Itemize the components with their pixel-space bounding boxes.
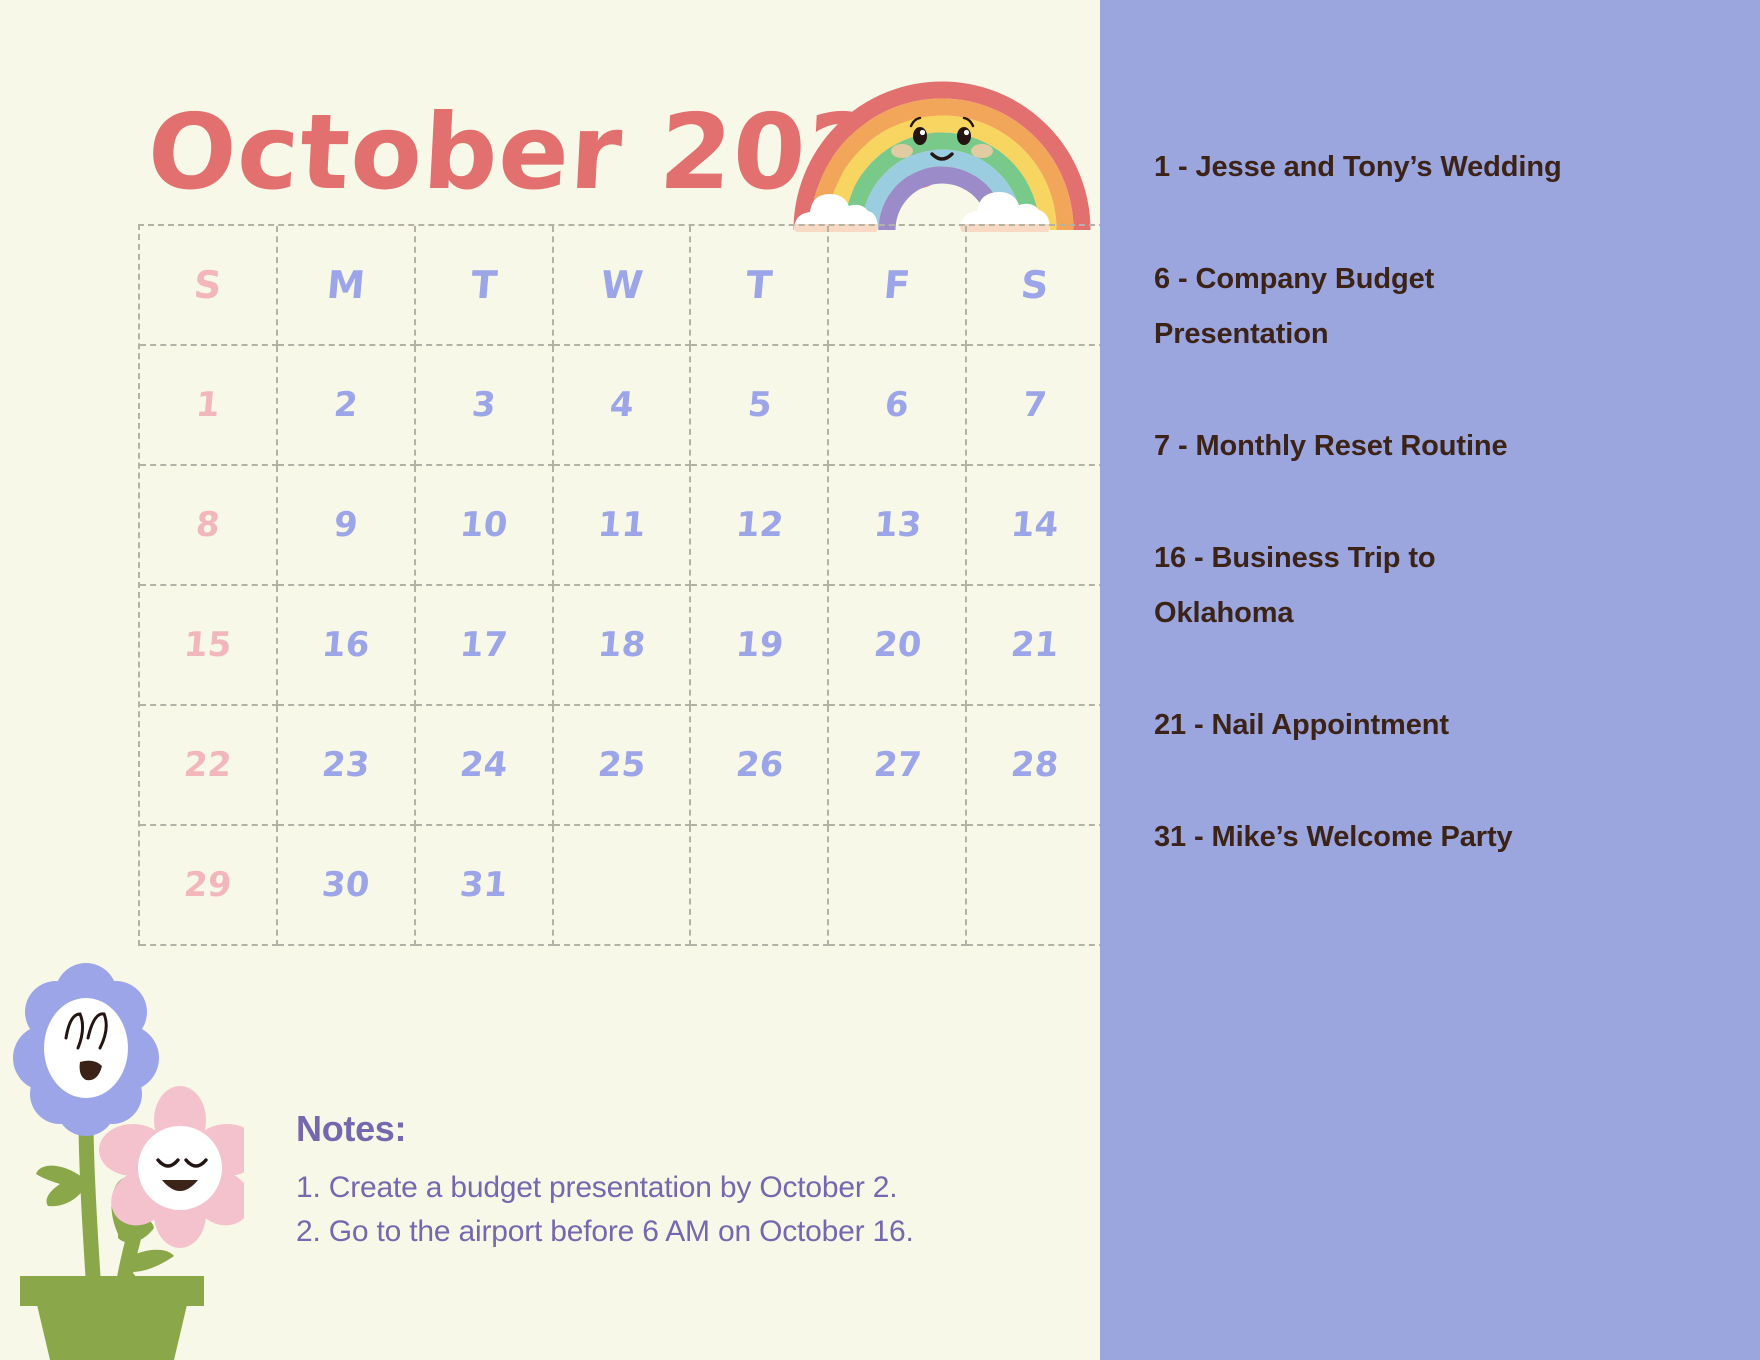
weekday-header-cell: M [277,226,416,346]
weekday-header-cell: S [140,226,278,346]
day-number: 21 [1009,625,1061,665]
day-number: 31 [458,865,510,905]
weekday-label: M [324,263,367,307]
day-cell[interactable]: 1 [140,346,278,466]
day-cell-empty [829,826,968,946]
day-cell[interactable]: 12 [691,466,830,586]
day-cell[interactable]: 25 [553,706,692,826]
day-cell-empty [967,826,1105,946]
day-cell[interactable]: 30 [277,826,416,946]
day-cell-empty [691,826,830,946]
weekday-header-cell: F [829,226,968,346]
day-cell[interactable]: 10 [415,466,554,586]
event-item[interactable]: 1 - Jesse and Tony’s Wedding [1154,140,1574,196]
day-cell[interactable]: 16 [277,586,416,706]
event-item[interactable]: 6 - Company Budget Presentation [1154,252,1574,363]
day-cell[interactable]: 15 [140,586,278,706]
day-cell[interactable]: 14 [967,466,1105,586]
day-number: 9 [332,505,360,545]
day-cell[interactable]: 31 [415,826,554,946]
day-number: 17 [458,625,510,665]
day-number: 13 [871,505,923,545]
day-number: 22 [182,745,234,785]
day-cell[interactable]: 20 [829,586,968,706]
day-cell[interactable]: 8 [140,466,278,586]
notes-section: Notes: 1. Create a budget presentation b… [296,1108,1056,1253]
day-number: 14 [1009,505,1061,545]
event-item[interactable]: 16 - Business Trip to Oklahoma [1154,531,1574,642]
day-number: 12 [733,505,785,545]
day-number: 4 [607,385,636,425]
note-item: 2. Go to the airport before 6 AM on Octo… [296,1214,914,1248]
weekday-header-cell: W [553,226,692,346]
day-cell[interactable]: 11 [553,466,692,586]
day-cell[interactable]: 2 [277,346,416,466]
weekday-header-cell: T [415,226,554,346]
day-cell[interactable]: 22 [140,706,278,826]
weekday-label: S [1019,263,1051,307]
notes-title: Notes: [296,1108,407,1149]
weekday-label: W [598,263,645,307]
day-cell[interactable]: 28 [967,706,1105,826]
day-number: 5 [745,385,773,425]
day-cell[interactable]: 7 [967,346,1105,466]
day-number: 27 [871,745,923,785]
day-cell[interactable]: 23 [277,706,416,826]
weekday-label: T [744,263,775,307]
day-number: 1 [194,385,222,425]
day-number: 23 [320,745,372,785]
day-cell[interactable]: 13 [829,466,968,586]
day-number: 24 [458,745,510,785]
day-number: 6 [883,385,911,425]
event-item[interactable]: 31 - Mike’s Welcome Party [1154,810,1574,866]
day-number: 28 [1009,745,1061,785]
calendar-page: October 2023 S M T W T F S 1 2 3 4 5 6 7… [0,0,1760,1360]
calendar-grid: S M T W T F S 1 2 3 4 5 6 7 8 9 10 11 12… [138,224,1105,946]
day-cell[interactable]: 26 [691,706,830,826]
day-cell[interactable]: 6 [829,346,968,466]
day-number: 20 [871,625,923,665]
weekday-header-cell: T [691,226,830,346]
calendar-panel: October 2023 S M T W T F S 1 2 3 4 5 6 7… [0,0,1105,1360]
day-cell[interactable]: 3 [415,346,554,466]
weekday-header-cell: S [967,226,1105,346]
day-number: 19 [733,625,785,665]
potted-flowers-icon [13,963,244,1360]
day-cell[interactable]: 9 [277,466,416,586]
day-cell[interactable]: 18 [553,586,692,706]
day-number: 25 [596,745,647,785]
rainbow-with-face-icon [793,81,1091,232]
day-cell[interactable]: 21 [967,586,1105,706]
day-number: 8 [194,505,222,545]
day-cell[interactable]: 27 [829,706,968,826]
weekday-label: F [882,263,913,307]
day-number: 11 [596,505,647,545]
day-number: 26 [733,745,785,785]
flower-pot-icon [20,1276,204,1360]
event-item[interactable]: 21 - Nail Appointment [1154,698,1574,754]
day-cell[interactable]: 17 [415,586,554,706]
day-cell[interactable]: 5 [691,346,830,466]
day-number: 16 [320,625,372,665]
blue-flower-icon [13,963,159,1136]
day-cell[interactable]: 4 [553,346,692,466]
day-number: 18 [596,625,647,665]
day-number: 30 [320,865,372,905]
day-number: 2 [332,385,360,425]
weekday-label: T [468,263,499,307]
day-number: 10 [458,505,510,545]
event-item[interactable]: 7 - Monthly Reset Routine [1154,419,1574,475]
day-number: 3 [470,385,498,425]
events-panel: 1 - Jesse and Tony’s Wedding 6 - Company… [1100,0,1760,1360]
day-cell[interactable]: 19 [691,586,830,706]
day-cell[interactable]: 24 [415,706,554,826]
day-cell-empty [553,826,692,946]
day-number: 15 [182,625,234,665]
day-number: 7 [1021,385,1049,425]
weekday-label: S [192,263,224,307]
note-item: 1. Create a budget presentation by Octob… [296,1171,898,1204]
